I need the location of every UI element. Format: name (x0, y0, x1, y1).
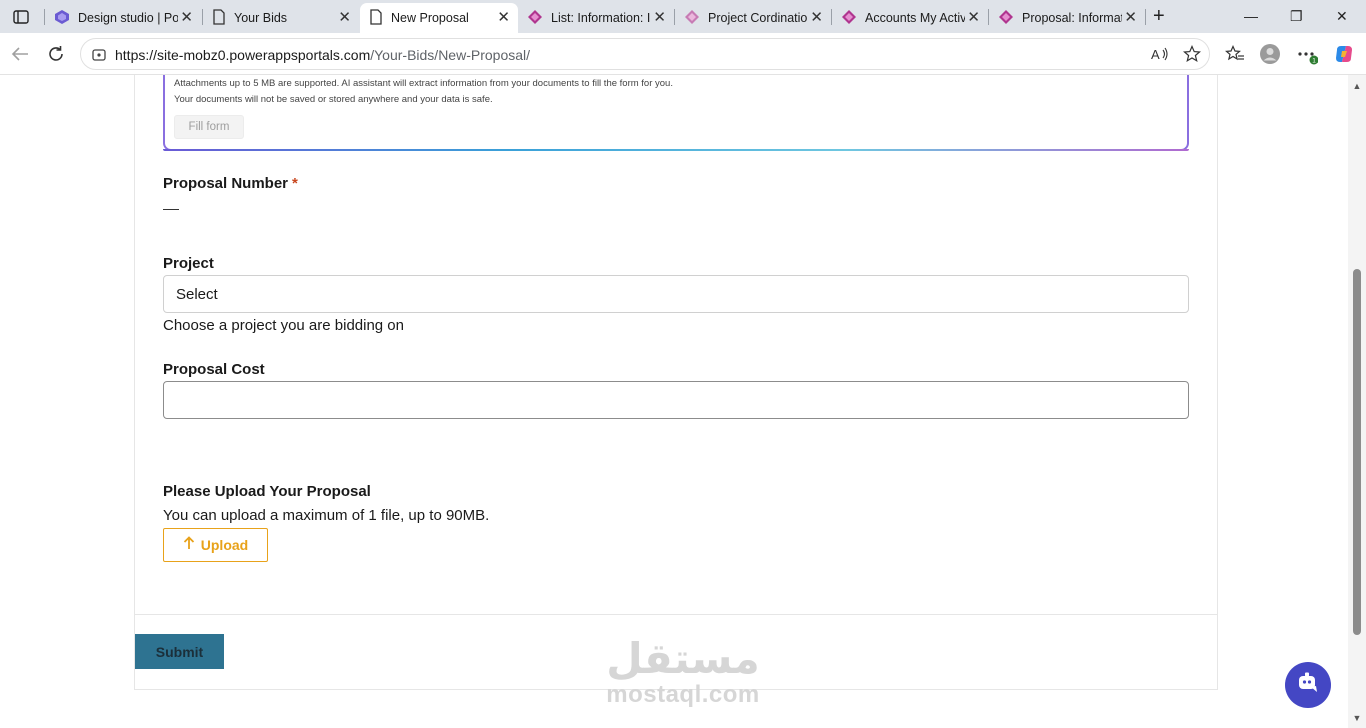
address-bar[interactable]: https://site-mobz0.powerappsportals.com/… (80, 38, 1210, 70)
project-select[interactable]: Select (163, 275, 1189, 313)
read-aloud-icon[interactable]: A (1149, 43, 1171, 65)
tab-title: Your Bids (234, 11, 288, 25)
page-icon (369, 8, 383, 28)
chat-assistant-button[interactable] (1285, 662, 1331, 708)
refresh-icon[interactable] (44, 42, 68, 66)
tab-design-studio[interactable]: Design studio | Po ✕ (45, 3, 201, 33)
tab-title: New Proposal (391, 11, 469, 25)
tab-title: Project Cordinatio (708, 11, 808, 25)
chatbot-icon (1295, 671, 1321, 700)
watermark-arabic: مستقل (606, 634, 760, 683)
arrow-up-icon (183, 536, 195, 554)
close-icon[interactable]: ✕ (653, 10, 666, 25)
close-icon[interactable]: ✕ (810, 10, 823, 25)
close-icon[interactable]: ✕ (180, 10, 193, 25)
watermark-latin: mostaql.com (606, 681, 760, 708)
site-info-icon[interactable] (91, 47, 107, 68)
scroll-up-icon[interactable]: ▲ (1351, 81, 1363, 91)
proposal-cost-input[interactable] (163, 381, 1189, 419)
proposal-number-value (163, 209, 179, 210)
back-icon[interactable] (8, 42, 32, 66)
divider (134, 614, 1218, 615)
favorite-star-icon[interactable] (1181, 43, 1203, 65)
tab-title: Proposal: Informat (1022, 11, 1122, 25)
watermark: مستقل mostaql.com (598, 635, 768, 715)
power-pages-icon (54, 9, 70, 28)
profile-avatar-icon[interactable] (1259, 43, 1281, 65)
ai-assistant-box: Attachments up to 5 MB are supported. AI… (163, 75, 1189, 151)
tab-title: List: Information: I (551, 11, 651, 25)
card-border (134, 75, 135, 690)
scroll-down-icon[interactable]: ▼ (1351, 713, 1363, 723)
tab-project-cordination[interactable]: Project Cordinatio ✕ (675, 3, 831, 33)
new-tab-button[interactable]: + (1153, 5, 1165, 28)
card-border (1217, 75, 1218, 690)
url-text: https://site-mobz0.powerappsportals.com/… (115, 47, 531, 63)
close-icon[interactable]: ✕ (1124, 10, 1137, 25)
more-options-icon[interactable]: 1 (1296, 43, 1318, 65)
project-help-text: Choose a project you are bidding on (163, 317, 404, 334)
page-icon (212, 8, 226, 28)
power-apps-icon (684, 9, 700, 28)
page-content: Attachments up to 5 MB are supported. AI… (0, 75, 1348, 728)
tab-your-bids[interactable]: Your Bids ✕ (203, 3, 359, 33)
tab-accounts-my-activ[interactable]: Accounts My Activ ✕ (832, 3, 988, 33)
tab-list-information[interactable]: List: Information: I ✕ (518, 3, 674, 33)
close-icon[interactable]: ✕ (497, 10, 510, 25)
svg-text:A: A (1151, 47, 1160, 62)
browser-toolbar: https://site-mobz0.powerappsportals.com/… (0, 33, 1366, 75)
restore-button[interactable]: ❐ (1290, 8, 1303, 25)
fill-form-button[interactable]: Fill form (174, 115, 244, 139)
close-icon[interactable]: ✕ (338, 10, 351, 25)
svg-text:1: 1 (1312, 58, 1316, 65)
proposal-cost-label: Proposal Cost (163, 361, 265, 378)
tab-actions-icon[interactable] (8, 6, 34, 28)
tab-separator (1145, 9, 1146, 25)
tab-strip: Design studio | Po ✕ Your Bids ✕ New Pro… (0, 0, 1366, 33)
tab-title: Accounts My Activ (865, 11, 965, 25)
power-apps-icon (527, 9, 543, 28)
upload-help-text: You can upload a maximum of 1 file, up t… (163, 507, 490, 524)
scroll-thumb[interactable] (1353, 269, 1361, 635)
upload-label: Please Upload Your Proposal (163, 483, 371, 500)
ai-notice-text: Attachments up to 5 MB are supported. AI… (174, 78, 673, 89)
power-apps-icon (998, 9, 1014, 28)
required-marker: * (292, 175, 298, 192)
close-window-button[interactable]: ✕ (1336, 8, 1348, 25)
power-apps-icon (841, 9, 857, 28)
ai-notice-text: Your documents will not be saved or stor… (174, 94, 493, 105)
submit-button[interactable]: Submit (135, 634, 224, 669)
copilot-icon[interactable] (1333, 43, 1355, 65)
tab-new-proposal[interactable]: New Proposal ✕ (360, 3, 518, 33)
upload-button[interactable]: Upload (163, 528, 268, 562)
minimize-button[interactable]: — (1244, 8, 1258, 24)
close-icon[interactable]: ✕ (967, 10, 980, 25)
tab-title: Design studio | Po (78, 11, 178, 25)
project-label: Project (163, 255, 214, 272)
proposal-number-label: Proposal Number * (163, 175, 298, 192)
project-select-value: Select (176, 286, 218, 303)
tab-proposal-information[interactable]: Proposal: Informat ✕ (989, 3, 1145, 33)
upload-button-label: Upload (200, 537, 249, 553)
favorites-icon[interactable] (1224, 43, 1246, 65)
page-scrollbar[interactable]: ▲ ▼ (1348, 75, 1366, 728)
